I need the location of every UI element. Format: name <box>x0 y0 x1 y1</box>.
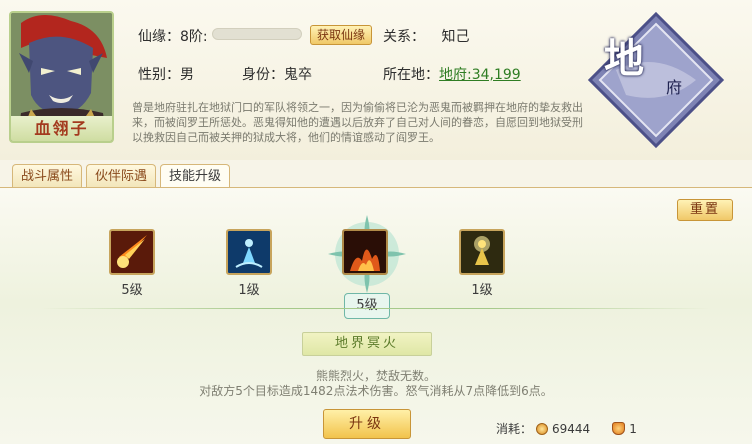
skill-slot-4[interactable] <box>459 229 505 275</box>
item-bag-icon <box>612 422 626 435</box>
tab-partner-encounters[interactable]: 伙伴际遇 <box>86 164 157 188</box>
character-portrait: 血翎子 <box>9 11 114 143</box>
skill-effect-text: 对敌方5个目标造成1482点法术伤害。怒气消耗从7点降低到6点。 <box>199 384 553 398</box>
tab-bar: 战斗属性 伙伴际遇 技能升级 <box>12 164 231 189</box>
xianyuan-label: 仙缘： <box>138 29 180 45</box>
character-info-panel: 血翎子 仙缘：8阶: 获取仙缘 关系： 知己 性别：男 身份：鬼卒 所在地：地府… <box>0 0 752 160</box>
divider-line <box>40 308 712 309</box>
upgrade-button[interactable]: 升级 <box>323 409 411 439</box>
cost-coin-value: 69444 <box>552 421 591 436</box>
relation-label: 关系： <box>383 29 425 45</box>
cost-label: 消耗： <box>496 422 533 436</box>
relation-value: 知己 <box>441 29 470 45</box>
skill-level-1: 5级 <box>121 283 143 298</box>
xianyuan-row: 仙缘：8阶: <box>138 26 208 46</box>
gender-label: 性别： <box>138 67 180 83</box>
meteor-icon <box>111 231 153 273</box>
gender-value: 男 <box>180 67 194 83</box>
skill-level-2: 1级 <box>238 283 260 298</box>
skill-slot-1[interactable] <box>109 229 155 275</box>
coin-icon <box>536 422 549 435</box>
tab-combat-attributes[interactable]: 战斗属性 <box>12 164 83 188</box>
golden-figure-icon <box>461 231 503 273</box>
selected-skill-name: 地界冥火 <box>302 332 432 356</box>
identity-row: 身份：鬼卒 <box>242 64 312 84</box>
hellfire-icon <box>344 231 386 273</box>
location-row: 所在地：地府:34,199 <box>383 64 521 84</box>
identity-value: 鬼卒 <box>284 67 312 83</box>
region-emblem: 地 府 <box>586 10 726 150</box>
relation-row: 关系： 知己 <box>383 26 469 46</box>
skill-slot-3-selected[interactable] <box>342 229 388 275</box>
identity-label: 身份： <box>242 67 284 83</box>
gender-row: 性别：男 <box>138 64 194 84</box>
character-name: 血翎子 <box>11 116 112 141</box>
location-link[interactable]: 地府:34,199 <box>439 67 521 83</box>
xianyuan-stage: 8阶: <box>180 29 208 45</box>
selected-skill-level: 5级 <box>344 293 390 319</box>
skill-level-4: 1级 <box>471 283 493 298</box>
get-xianyuan-button[interactable]: 获取仙缘 <box>310 25 372 45</box>
cost-item-value: 1 <box>629 421 637 436</box>
reset-button[interactable]: 重置 <box>677 199 733 221</box>
upgrade-cost: 消耗： 69444 1 <box>496 420 637 437</box>
emblem-big-char: 地 <box>604 35 644 82</box>
emblem-small-char: 府 <box>666 78 683 97</box>
location-label: 所在地： <box>383 67 439 83</box>
character-description: 曾是地府驻扎在地狱门口的军队将领之一，因为偷偷将已沦为恶鬼而被羁押在地府的挚友救… <box>132 101 583 144</box>
xianyuan-progress-bar <box>212 28 302 40</box>
tab-skill-upgrade[interactable]: 技能升级 <box>160 164 231 189</box>
skill-slot-2[interactable] <box>226 229 272 275</box>
water-figure-icon <box>228 231 270 273</box>
